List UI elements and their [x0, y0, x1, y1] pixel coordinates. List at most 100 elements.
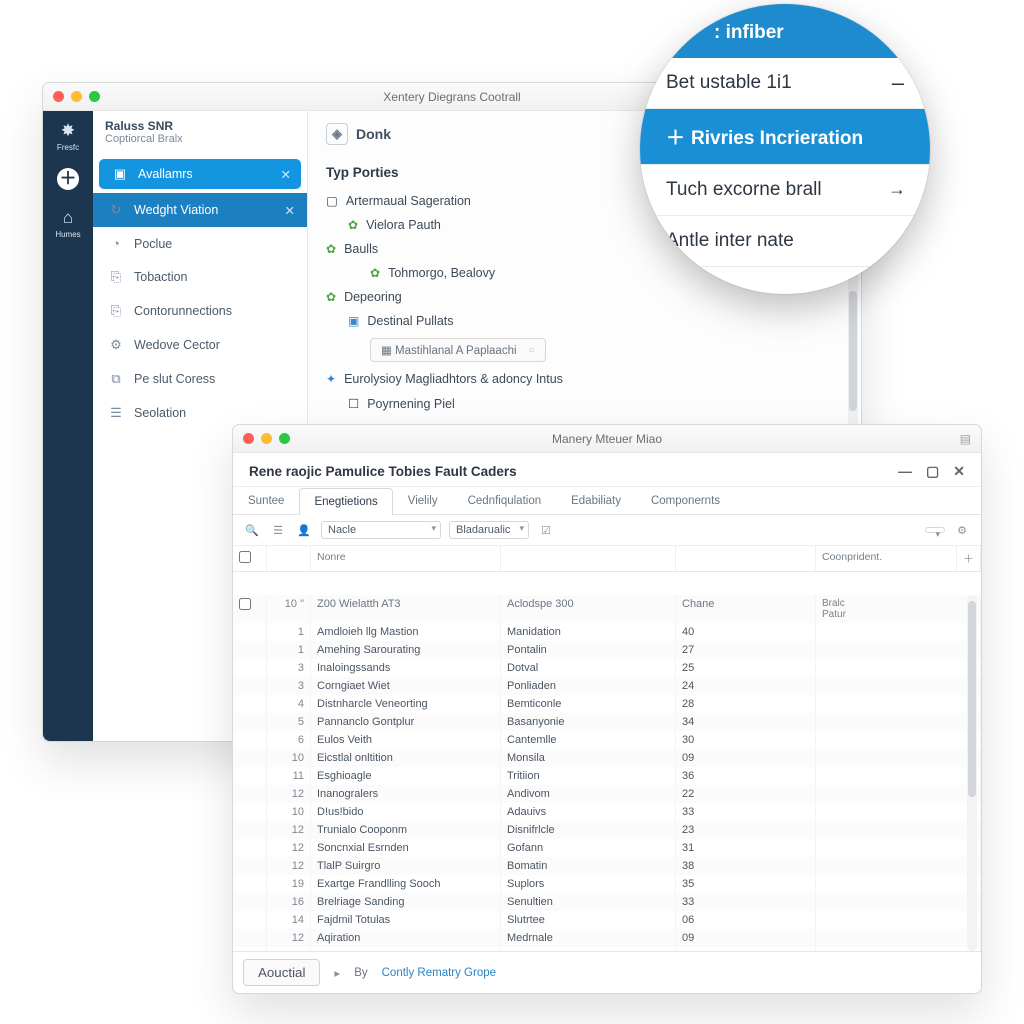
table-row[interactable]: 12 Inanogralers Andivom 22 [233, 785, 981, 803]
table-row[interactable]: 3 Corngiaet Wiet Ponliaden 24 [233, 677, 981, 695]
cell-b: Bomatin [501, 857, 676, 875]
tab-vielily[interactable]: Vielily [393, 487, 453, 514]
doc-icon[interactable]: ▤ [960, 432, 971, 446]
cell-a: Exartge Frandlling Sooch [311, 875, 501, 893]
scroll-thumb[interactable] [849, 291, 857, 411]
lens-item[interactable]: Bet ustable 1i1– [640, 58, 930, 109]
tree-row[interactable]: ▦ Mastihlanal A Paplaachi [326, 333, 843, 367]
tab-enegtietions[interactable]: Enegtietions [299, 488, 392, 515]
cell-c: 27 [676, 641, 816, 659]
plus-icon: ＋ [57, 168, 79, 190]
col-check[interactable] [233, 546, 267, 571]
tree-row[interactable]: ☐ Poyrnening Piel [326, 391, 843, 416]
cell-c: 09 [676, 929, 816, 947]
check-icon[interactable]: ☑ [537, 524, 555, 537]
table-row[interactable]: 12 Trunialo Cooponm Disnifrlcle 23 [233, 821, 981, 839]
sidebar-item-contorunnections[interactable]: ⎘ Contorunnections [93, 294, 307, 328]
cell-a: Corngiaet Wiet [311, 677, 501, 695]
sidebar-item-poclue[interactable]: ◔ Poclue [93, 227, 307, 260]
sidebar-item-wedght-viation[interactable]: ↻ Wedght Viation✕ [93, 193, 307, 227]
scroll-thumb[interactable] [968, 601, 976, 797]
table-row[interactable]: 12 TlalP Suirgro Bomatin 38 [233, 857, 981, 875]
tree-row[interactable]: ▣ Destinal Pullats [326, 309, 843, 333]
table-row[interactable]: 5 Pannanclo Gontplur Basanyonie 34 [233, 713, 981, 731]
cell-c: 30 [676, 731, 816, 749]
sidebar-item-tobaction[interactable]: ⎘ Tobaction [93, 260, 307, 294]
table-row[interactable]: 12 Aqiration Medrnale 09 [233, 929, 981, 947]
dropdown-right[interactable] [925, 527, 945, 533]
arrow-right-icon[interactable]: → [888, 179, 906, 200]
table-row[interactable]: 6 Eulos Veith Cantemlle 30 [233, 731, 981, 749]
restore-icon[interactable]: ▢ [926, 463, 939, 480]
tab-componernts[interactable]: Componernts [636, 487, 735, 514]
lens-item[interactable]: Antle inter nate [640, 216, 930, 267]
cell-b: Adauivs [501, 803, 676, 821]
lens-header: : infiber ⌄ [640, 4, 930, 58]
min-icon[interactable]: — [898, 463, 912, 480]
action-button[interactable]: Aouctial [243, 959, 320, 986]
close-icon[interactable]: ✕ [285, 203, 295, 218]
sidebar-item-avallamrs[interactable]: ▣ Avallamrs✕ [99, 159, 301, 189]
cell-a: Amehing Sarourating [311, 641, 501, 659]
sidebar-item-wedove-cector[interactable]: ⚙ Wedove Cector [93, 328, 307, 362]
panel-heading-row: Rene raojic Pamulice Tobies Fault Caders… [233, 453, 981, 487]
search-icon[interactable]: 🔍 [243, 524, 261, 537]
lens-item[interactable]: Tuch excorne brall→ [640, 165, 930, 216]
tree-label: Artermaual Sageration [346, 194, 471, 208]
sidebar-item-icon: ↻ [108, 202, 124, 218]
table-row[interactable]: 14 Fajdmil Totulas Slutrtee 06 [233, 911, 981, 929]
cell-num: 14 [267, 911, 311, 929]
gear-icon[interactable]: ⚙ [953, 524, 971, 537]
tree-row[interactable]: ✦ Eurolysioy Magliadhtors & adoncy Intus [326, 367, 843, 391]
dropdown-nacle[interactable]: Nacle [321, 521, 441, 539]
dropdown-type[interactable]: Bladarualic [449, 521, 529, 539]
row-checkbox[interactable] [239, 598, 251, 610]
close-icon[interactable]: ✕ [281, 167, 291, 182]
user-icon[interactable]: 👤 [295, 524, 313, 537]
close-icon[interactable]: ✕ [953, 463, 965, 480]
cell-c: 23 [676, 821, 816, 839]
col-component[interactable]: Coonprident. [816, 546, 957, 571]
window-title: Manery Mteuer Miao [233, 432, 981, 446]
list-icon[interactable]: ☰ [269, 524, 287, 537]
rail-item-fresfc[interactable]: ✸ Fresfc [43, 111, 93, 158]
table-row[interactable]: 19 Exartge Frandlling Sooch Suplors 35 [233, 875, 981, 893]
table-row[interactable]: 3 Inaloingssands Dotval 25 [233, 659, 981, 677]
table-row[interactable]: 12 Soncnxial Esrnden Gofann 31 [233, 839, 981, 857]
titlebar-front[interactable]: Manery Mteuer Miao ▤ [233, 425, 981, 453]
sidebar-item-pe-slut-coress[interactable]: ⧉ Pe slut Coress [93, 362, 307, 396]
cell-a: Inanogralers [311, 785, 501, 803]
cell-num: 11 [267, 767, 311, 785]
col-2[interactable] [501, 546, 676, 571]
table-category-row[interactable]: 10 " Z00 Wielatth AT3 Aclodspe 300 Chane… [233, 595, 981, 623]
tree-icon: ✦ [326, 372, 336, 386]
table-row[interactable]: 10 Eicstlal onltition Monsila 09 [233, 749, 981, 767]
breadcrumb-label: Donk [356, 126, 391, 142]
chip[interactable]: ▦ Mastihlanal A Paplaachi [370, 338, 546, 362]
cell-b: Disnifrlcle [501, 821, 676, 839]
cell-num: 12 [267, 857, 311, 875]
tab-cednfiqulation[interactable]: Cednfiqulation [453, 487, 557, 514]
table-row[interactable]: 10 D!us!bido Adauivs 33 [233, 803, 981, 821]
col-num[interactable] [267, 546, 311, 571]
lens-item[interactable]: ＋Rivries Incrieration [640, 109, 930, 165]
col-name[interactable]: Nonre [311, 546, 501, 571]
table-row[interactable]: 11 Esghioagle Tritiion 36 [233, 767, 981, 785]
footer-link[interactable]: Contly Rematry Grope [382, 967, 496, 979]
table-row[interactable]: 16 Brelriage Sanding Senultien 33 [233, 893, 981, 911]
select-all-checkbox[interactable] [239, 551, 251, 563]
rail-item-add[interactable]: ＋ [43, 158, 93, 198]
table-row[interactable]: 1 Amdloieh llg Mastion Manidation 40 [233, 623, 981, 641]
chevron-down-icon[interactable]: ⌄ [883, 20, 900, 45]
cell-col2: Aclodspe 300 [501, 595, 676, 623]
tab-suntee[interactable]: Suntee [233, 487, 299, 514]
col-add[interactable]: ＋ [957, 546, 981, 571]
scrollbar-table[interactable] [967, 595, 977, 951]
table-row[interactable]: 4 Distnharcle Veneorting Bemticonle 28 [233, 695, 981, 713]
table-row[interactable]: 1 Amehing Sarourating Pontalin 27 [233, 641, 981, 659]
tab-edabiliaty[interactable]: Edabiliaty [556, 487, 636, 514]
collapse-icon[interactable]: – [892, 70, 904, 96]
rail-item-home[interactable]: ⌂ Humes [43, 198, 93, 245]
col-3[interactable] [676, 546, 816, 571]
cell-c: 36 [676, 767, 816, 785]
